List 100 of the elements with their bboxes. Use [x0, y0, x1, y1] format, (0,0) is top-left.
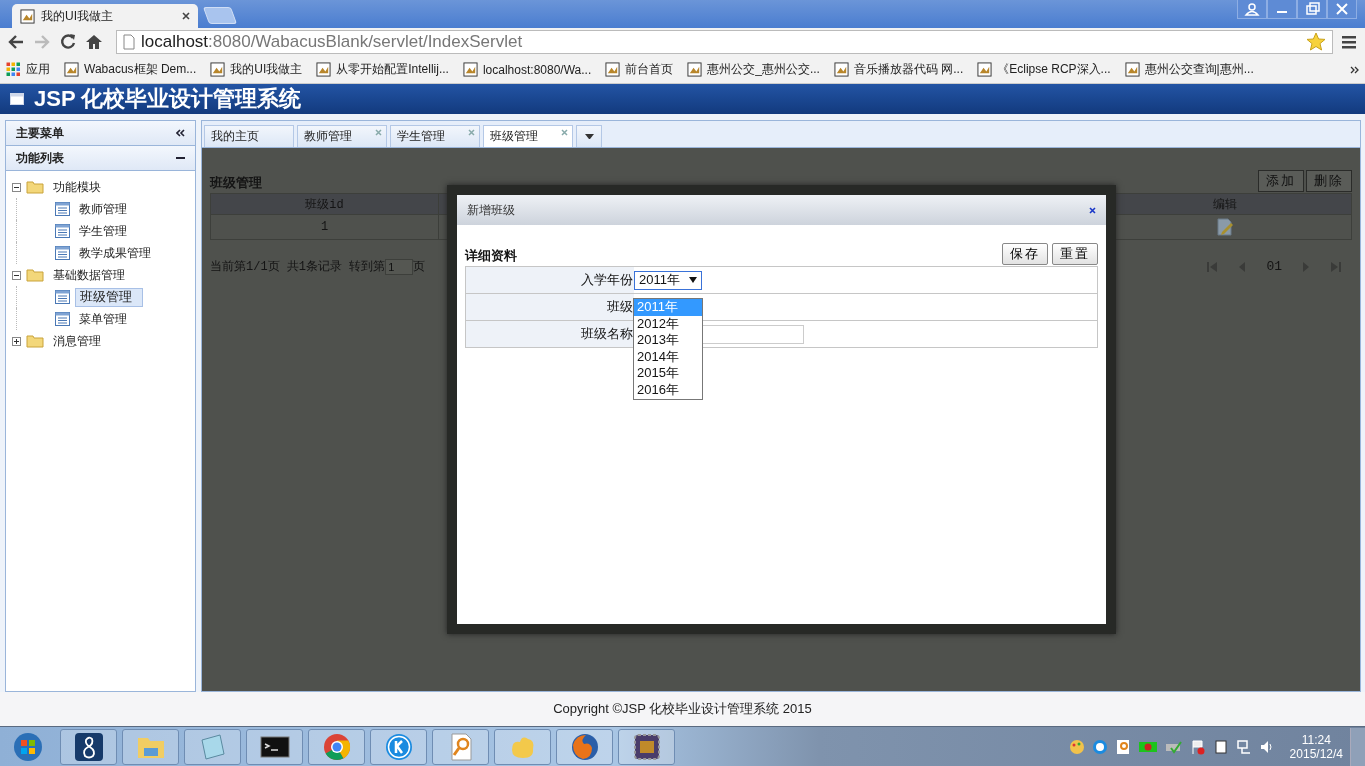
browser-tab[interactable]: 我的UI我做主: [12, 4, 198, 28]
folder-icon: [26, 334, 44, 348]
tree-item[interactable]: 教学成果管理: [75, 241, 155, 265]
table-icon: [55, 290, 70, 304]
folder-icon: [26, 180, 44, 194]
page-tab[interactable]: 班级管理: [483, 125, 573, 147]
taskbar-button[interactable]: [246, 728, 303, 765]
folder-icon: [26, 268, 44, 282]
pager-text: 页: [413, 259, 426, 275]
bookmark-icon: [605, 62, 621, 77]
bookmark[interactable]: 音乐播放器代码 网...: [833, 61, 964, 78]
apps-shortcut[interactable]: 应用: [6, 61, 50, 78]
bookmark[interactable]: 前台首页: [605, 61, 674, 78]
user-icon[interactable]: [1237, 0, 1267, 19]
table-icon: [55, 224, 70, 238]
page-title: 班级管理: [210, 174, 262, 192]
form-button[interactable]: 重置: [1052, 243, 1098, 265]
table-icon: [55, 246, 70, 260]
letter-circle-icon[interactable]: [1091, 738, 1108, 755]
close-icon[interactable]: [182, 12, 190, 20]
page-number: 01: [1266, 259, 1282, 274]
bookmark[interactable]: 我的UI我做主: [210, 61, 303, 78]
tree-item[interactable]: 消息管理: [49, 329, 105, 353]
globe-icon: [569, 731, 600, 762]
collapse-toggle-icon[interactable]: [12, 182, 21, 192]
bookmark-icon: [977, 62, 993, 77]
reload-icon[interactable]: [58, 32, 78, 52]
browser-icon: [321, 731, 352, 762]
taskbar-button[interactable]: [60, 728, 117, 765]
field-label: 班级: [466, 294, 634, 320]
more-bookmarks-icon[interactable]: [1350, 65, 1359, 74]
tab-list-button[interactable]: [576, 125, 602, 147]
bookmark-icon: [687, 62, 703, 77]
bookmark-icon: [462, 62, 478, 77]
bookmark[interactable]: 《Eclipse RCP深入...: [977, 61, 1111, 78]
apps-grid-icon: [6, 62, 21, 77]
sidebar-title: 主要菜单: [16, 124, 64, 142]
section-header[interactable]: 功能列表: [6, 146, 195, 171]
minimize-icon[interactable]: [1267, 0, 1297, 19]
field-label: 入学年份: [466, 267, 634, 293]
picture-frame-icon: [20, 8, 35, 24]
page-tab[interactable]: 我的主页: [204, 125, 294, 147]
page-icon: [123, 34, 135, 50]
bookmark-icon: [210, 62, 226, 77]
edit-icon[interactable]: [1216, 218, 1234, 236]
flag-icon[interactable]: [1189, 738, 1206, 755]
bookmark[interactable]: 从零开始配置Intellij...: [316, 61, 449, 78]
page-tab[interactable]: 学生管理: [390, 125, 480, 147]
collapse-toggle-icon[interactable]: [12, 270, 21, 280]
bookmark[interactable]: 惠州公交_惠州公交...: [687, 61, 820, 78]
collapse-icon[interactable]: [176, 129, 185, 137]
tree-item[interactable]: 菜单管理: [75, 307, 131, 331]
clock-date: 2015/12/4: [1289, 746, 1343, 761]
address-field[interactable]: localhost:8080/WabacusBlank/servlet/IndexServlet: [116, 30, 1333, 54]
bookmark[interactable]: 惠州公交查询|惠州...: [1124, 61, 1254, 78]
network-icon[interactable]: [1235, 738, 1252, 755]
star-icon[interactable]: [1306, 32, 1326, 52]
magnifier-icon[interactable]: [1114, 738, 1131, 755]
caret-icon: [584, 133, 594, 140]
window-icon: [10, 93, 24, 105]
section-title: 详细资料: [465, 247, 517, 265]
tree-item[interactable]: 功能模块: [49, 175, 105, 199]
letter-circle-icon: [383, 731, 414, 762]
bookmark-icon: [316, 62, 332, 77]
bookmark[interactable]: Wabacus框架 Dem...: [64, 61, 197, 78]
dropdown-option[interactable]: 2012年: [634, 315, 702, 333]
dropdown-option[interactable]: 2016年: [634, 381, 702, 399]
palette-icon[interactable]: [1068, 738, 1085, 755]
app-title: JSP 化校毕业设计管理系统: [34, 85, 302, 113]
expand-toggle-icon[interactable]: [12, 336, 21, 346]
clock[interactable]: 11:24 2015/12/4: [1289, 732, 1343, 761]
bookmark-icon: [1124, 62, 1140, 77]
bookmark-icon: [833, 62, 849, 77]
dropdown-option[interactable]: 2013年: [634, 332, 702, 349]
tree-item[interactable]: 班级管理: [75, 287, 143, 307]
home-icon[interactable]: [84, 32, 104, 52]
dropdown-option[interactable]: 2014年: [634, 348, 702, 366]
new-tab-button[interactable]: [202, 7, 238, 24]
tree-item[interactable]: 基础数据管理: [49, 263, 129, 287]
year-select[interactable]: 2011年: [634, 270, 702, 290]
restore-icon[interactable]: [1297, 0, 1327, 19]
minus-icon[interactable]: [176, 156, 185, 160]
form-button[interactable]: 保存: [1002, 243, 1048, 265]
table-icon: [55, 312, 70, 326]
page-tab[interactable]: 教师管理: [297, 125, 387, 147]
dropdown-option[interactable]: 2015年: [634, 365, 702, 382]
table-icon: [55, 202, 70, 216]
taskbar-button[interactable]: [618, 728, 675, 765]
tree-item[interactable]: 学生管理: [75, 219, 131, 243]
field-label: 班级名称: [466, 321, 634, 347]
caret-icon: [689, 277, 697, 283]
copyright-text: Copyright ©JSP 化校毕业设计管理系统 2015: [553, 700, 812, 718]
close-icon[interactable]: [1089, 206, 1096, 214]
section-title: 功能列表: [16, 149, 64, 167]
bookmark[interactable]: localhost:8080/Wa...: [462, 62, 592, 77]
dialog-title: 新增班级: [467, 201, 515, 219]
tree-item[interactable]: 教师管理: [75, 197, 131, 221]
table-cell: 1: [211, 215, 439, 239]
app-icon: [73, 731, 104, 762]
start-orb-icon: [12, 731, 43, 762]
